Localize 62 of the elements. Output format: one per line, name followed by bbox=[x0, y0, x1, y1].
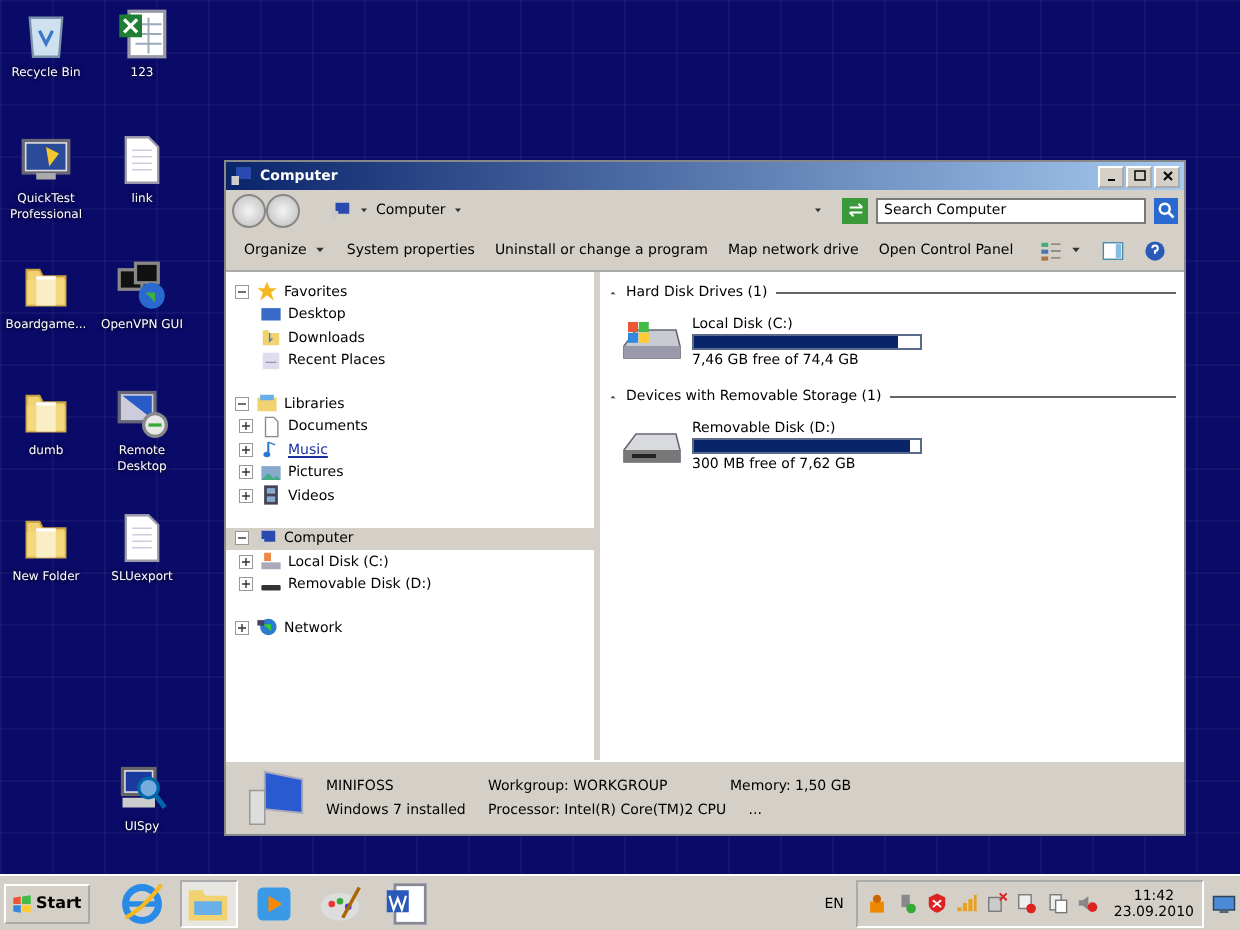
chevron-icon bbox=[358, 204, 370, 216]
collapse-arrow-icon[interactable] bbox=[608, 287, 618, 297]
show-desktop-icon[interactable] bbox=[1212, 891, 1236, 915]
paint-palette-icon bbox=[318, 881, 363, 925]
browser-icon bbox=[120, 881, 165, 925]
help-icon bbox=[1144, 239, 1166, 261]
computer-icon bbox=[256, 527, 278, 550]
device-error-icon[interactable] bbox=[985, 892, 1008, 914]
collapse-icon[interactable] bbox=[234, 283, 250, 300]
close-button[interactable] bbox=[1154, 165, 1180, 187]
windows-logo-icon bbox=[12, 893, 32, 913]
expand-icon[interactable] bbox=[238, 553, 254, 570]
star-icon bbox=[256, 280, 278, 303]
expand-icon[interactable] bbox=[238, 464, 254, 481]
minimize-button[interactable] bbox=[1098, 165, 1124, 187]
refresh-button[interactable] bbox=[842, 197, 868, 223]
caret-icon bbox=[812, 204, 824, 216]
expand-icon[interactable] bbox=[238, 487, 254, 504]
muted-speaker-icon[interactable] bbox=[1075, 892, 1098, 914]
back-button[interactable] bbox=[232, 193, 266, 227]
caret-icon bbox=[451, 204, 464, 216]
globe-network-icon bbox=[256, 616, 278, 639]
desktop-icon bbox=[260, 303, 282, 326]
close-icon bbox=[1159, 168, 1175, 184]
folder-icon bbox=[260, 326, 282, 349]
network-disconnected-icon[interactable] bbox=[1015, 892, 1038, 914]
forward-button[interactable] bbox=[266, 193, 300, 227]
clipboard-icon[interactable] bbox=[1045, 892, 1068, 914]
computer-icon bbox=[230, 164, 254, 188]
monitor-icon[interactable] bbox=[20, 134, 72, 186]
recent-places-icon bbox=[260, 349, 282, 372]
expand-icon[interactable] bbox=[238, 576, 254, 593]
maximize-button[interactable] bbox=[1126, 165, 1152, 187]
word-document-icon bbox=[384, 881, 429, 925]
collapse-arrow-icon[interactable] bbox=[608, 391, 618, 401]
pane-icon bbox=[1102, 239, 1124, 261]
computer-icon bbox=[330, 199, 352, 221]
user-account-icon[interactable] bbox=[865, 892, 888, 914]
search-icon bbox=[1156, 200, 1176, 220]
maximize-icon bbox=[1131, 168, 1147, 184]
document-icon bbox=[260, 415, 282, 438]
picture-icon bbox=[260, 461, 282, 484]
network-computers-icon[interactable] bbox=[116, 260, 168, 312]
spreadsheet-icon[interactable] bbox=[116, 8, 168, 60]
expand-icon[interactable] bbox=[238, 441, 254, 458]
expand-icon[interactable] bbox=[234, 619, 250, 636]
expand-icon[interactable] bbox=[238, 418, 254, 435]
collapse-icon[interactable] bbox=[234, 530, 250, 547]
computer-magnifier-icon[interactable] bbox=[116, 762, 168, 814]
computer-icon bbox=[246, 768, 306, 828]
library-icon bbox=[256, 392, 278, 415]
search-button[interactable] bbox=[1154, 197, 1178, 223]
error-shield-icon[interactable] bbox=[925, 892, 948, 914]
caret-icon bbox=[314, 244, 327, 256]
refresh-arrows-icon bbox=[845, 200, 865, 220]
view-icon bbox=[1040, 239, 1062, 261]
collapse-icon[interactable] bbox=[234, 395, 250, 412]
hard-drive-icon bbox=[260, 550, 282, 573]
caret-icon bbox=[1070, 244, 1082, 256]
remote-desktop-icon[interactable] bbox=[116, 386, 168, 438]
film-icon bbox=[260, 484, 282, 507]
start-button[interactable]: Start bbox=[4, 883, 90, 923]
